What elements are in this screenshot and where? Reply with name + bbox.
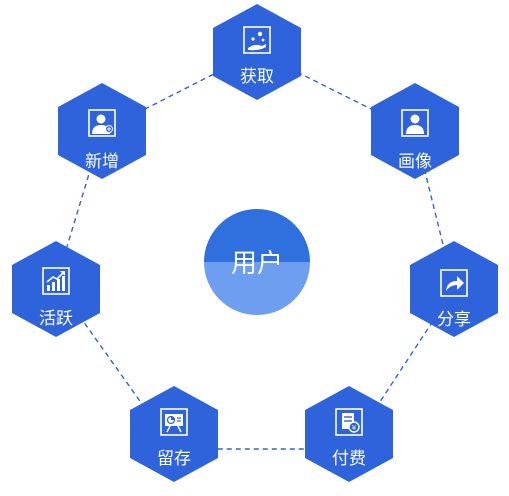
hex-label: 画像	[398, 152, 432, 172]
hex-label: 留存	[157, 449, 191, 469]
hex-label: 分享	[437, 310, 471, 330]
center-node: 用户	[204, 209, 310, 315]
hex-node-acquire[interactable]: 获取	[213, 4, 301, 100]
hex-node-pay[interactable]: ¥ 付费	[305, 386, 393, 482]
hex-node-grow[interactable]: 新增	[58, 83, 146, 179]
user-lifecycle-diagram: 用户 获取 画像 分享 ¥ 付费 留存 活跃 新增	[12, 4, 498, 482]
hex-label: 新增	[85, 152, 119, 172]
hex-label: 活跃	[39, 309, 73, 329]
svg-text:¥: ¥	[352, 424, 357, 432]
hex-node-share[interactable]: 分享	[410, 241, 498, 337]
hex-node-portrait[interactable]: 画像	[371, 83, 459, 179]
hex-node-retain[interactable]: 留存	[130, 386, 218, 482]
hex-label: 付费	[332, 449, 366, 469]
hex-label: 获取	[240, 67, 274, 87]
hex-node-active[interactable]: 活跃	[12, 241, 100, 337]
center-label: 用户	[231, 249, 283, 279]
